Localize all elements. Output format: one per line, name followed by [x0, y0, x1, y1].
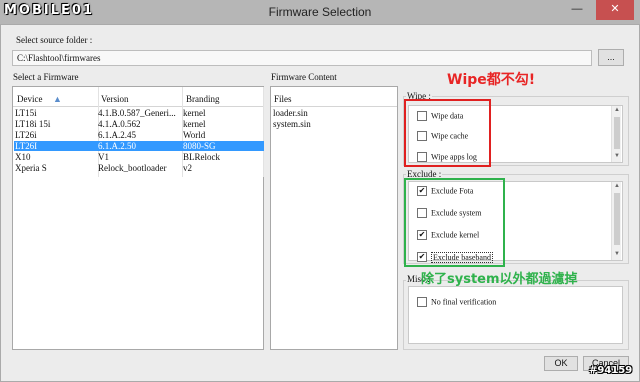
no-final-verification-checkbox[interactable]: No final verification — [417, 296, 496, 308]
exclude-annotation: 除了system以外都過濾掉 — [421, 272, 578, 287]
cell-branding: kernel — [183, 119, 206, 129]
cell-version: 4.1.A.0.562 — [98, 119, 141, 129]
option-label: No final verification — [431, 297, 497, 307]
firmware-table[interactable]: Device ▲ Version Branding LT15i 4.1.B.0.… — [12, 86, 264, 350]
cell-version: V1 — [98, 152, 109, 162]
cell-version: Relock_bootloader — [98, 163, 167, 173]
table-row[interactable]: LT18i 15i 4.1.A.0.562 kernel — [14, 119, 264, 129]
cell-version: 4.1.B.0.587_Generi... — [98, 108, 176, 118]
scroll-down-icon[interactable]: ▼ — [612, 152, 622, 161]
cell-device: LT26I — [15, 141, 38, 151]
file-item[interactable]: system.sin — [272, 119, 396, 129]
cell-branding: World — [183, 130, 206, 140]
file-item[interactable]: loader.sin — [272, 108, 396, 118]
firmware-content-label: Firmware Content — [271, 72, 337, 82]
exclude-scrollbar[interactable]: ▲ ▼ — [611, 182, 621, 260]
window-title: Firmware Selection — [268, 5, 372, 19]
cell-version: 6.1.A.2.50 — [98, 141, 136, 151]
table-row-selected[interactable]: LT26I 6.1.A.2.50 8080-SG — [14, 141, 264, 151]
file-name: loader.sin — [273, 108, 308, 118]
table-row[interactable]: LT26i 6.1.A.2.45 World — [14, 130, 264, 140]
table-row[interactable]: X10 V1 BLRelock — [14, 152, 264, 162]
source-folder-label: Select source folder : — [16, 35, 93, 45]
minimize-button[interactable]: — — [565, 0, 589, 20]
cell-device: Xperia S — [15, 163, 47, 173]
scroll-thumb[interactable] — [614, 117, 620, 149]
column-version[interactable]: Version — [101, 94, 129, 104]
wipe-scrollbar[interactable]: ▲ ▼ — [611, 106, 621, 162]
scroll-up-icon[interactable]: ▲ — [612, 182, 622, 191]
column-branding[interactable]: Branding — [186, 94, 220, 104]
scroll-up-icon[interactable]: ▲ — [612, 106, 622, 115]
exclude-highlight-box — [404, 178, 505, 267]
cell-branding: 8080-SG — [183, 141, 216, 151]
misc-options-list: No final verification — [408, 286, 623, 344]
cell-device: LT15i — [15, 108, 37, 118]
close-button[interactable]: ✕ — [596, 0, 634, 20]
table-row[interactable]: Xperia S Relock_bootloader v2 — [14, 163, 264, 173]
firmware-list-label: Select a Firmware — [13, 72, 79, 82]
cell-device: LT26i — [15, 130, 37, 140]
source-folder-input[interactable]: C:\Flashtool\firmwares — [12, 50, 592, 66]
cell-device: LT18i 15i — [15, 119, 51, 129]
ok-button[interactable]: OK — [544, 356, 578, 371]
title-bar: MOBILE01 Firmware Selection — ✕ — [0, 0, 640, 24]
column-device[interactable]: Device — [17, 94, 42, 104]
sort-arrow-icon: ▲ — [53, 94, 62, 104]
cell-device: X10 — [15, 152, 31, 162]
column-files[interactable]: Files — [274, 94, 292, 104]
content-header: Files — [271, 87, 397, 107]
wipe-annotation: Wipe都不勾! — [447, 72, 536, 88]
cell-version: 6.1.A.2.45 — [98, 130, 136, 140]
table-row[interactable]: LT15i 4.1.B.0.587_Generi... kernel — [14, 108, 264, 118]
file-name: system.sin — [273, 119, 311, 129]
scroll-down-icon[interactable]: ▼ — [612, 250, 622, 259]
firmware-content-list[interactable]: Files loader.sin system.sin — [270, 86, 398, 350]
wipe-highlight-box — [404, 99, 491, 167]
checkbox-box[interactable] — [417, 297, 427, 308]
table-header: Device ▲ Version Branding — [13, 87, 263, 107]
cell-branding: BLRelock — [183, 152, 220, 162]
cell-branding: kernel — [183, 108, 206, 118]
cell-branding: v2 — [183, 163, 192, 173]
scroll-thumb[interactable] — [614, 193, 620, 245]
browse-button[interactable]: ... — [598, 49, 624, 66]
watermark-id: #94159 — [589, 365, 633, 376]
